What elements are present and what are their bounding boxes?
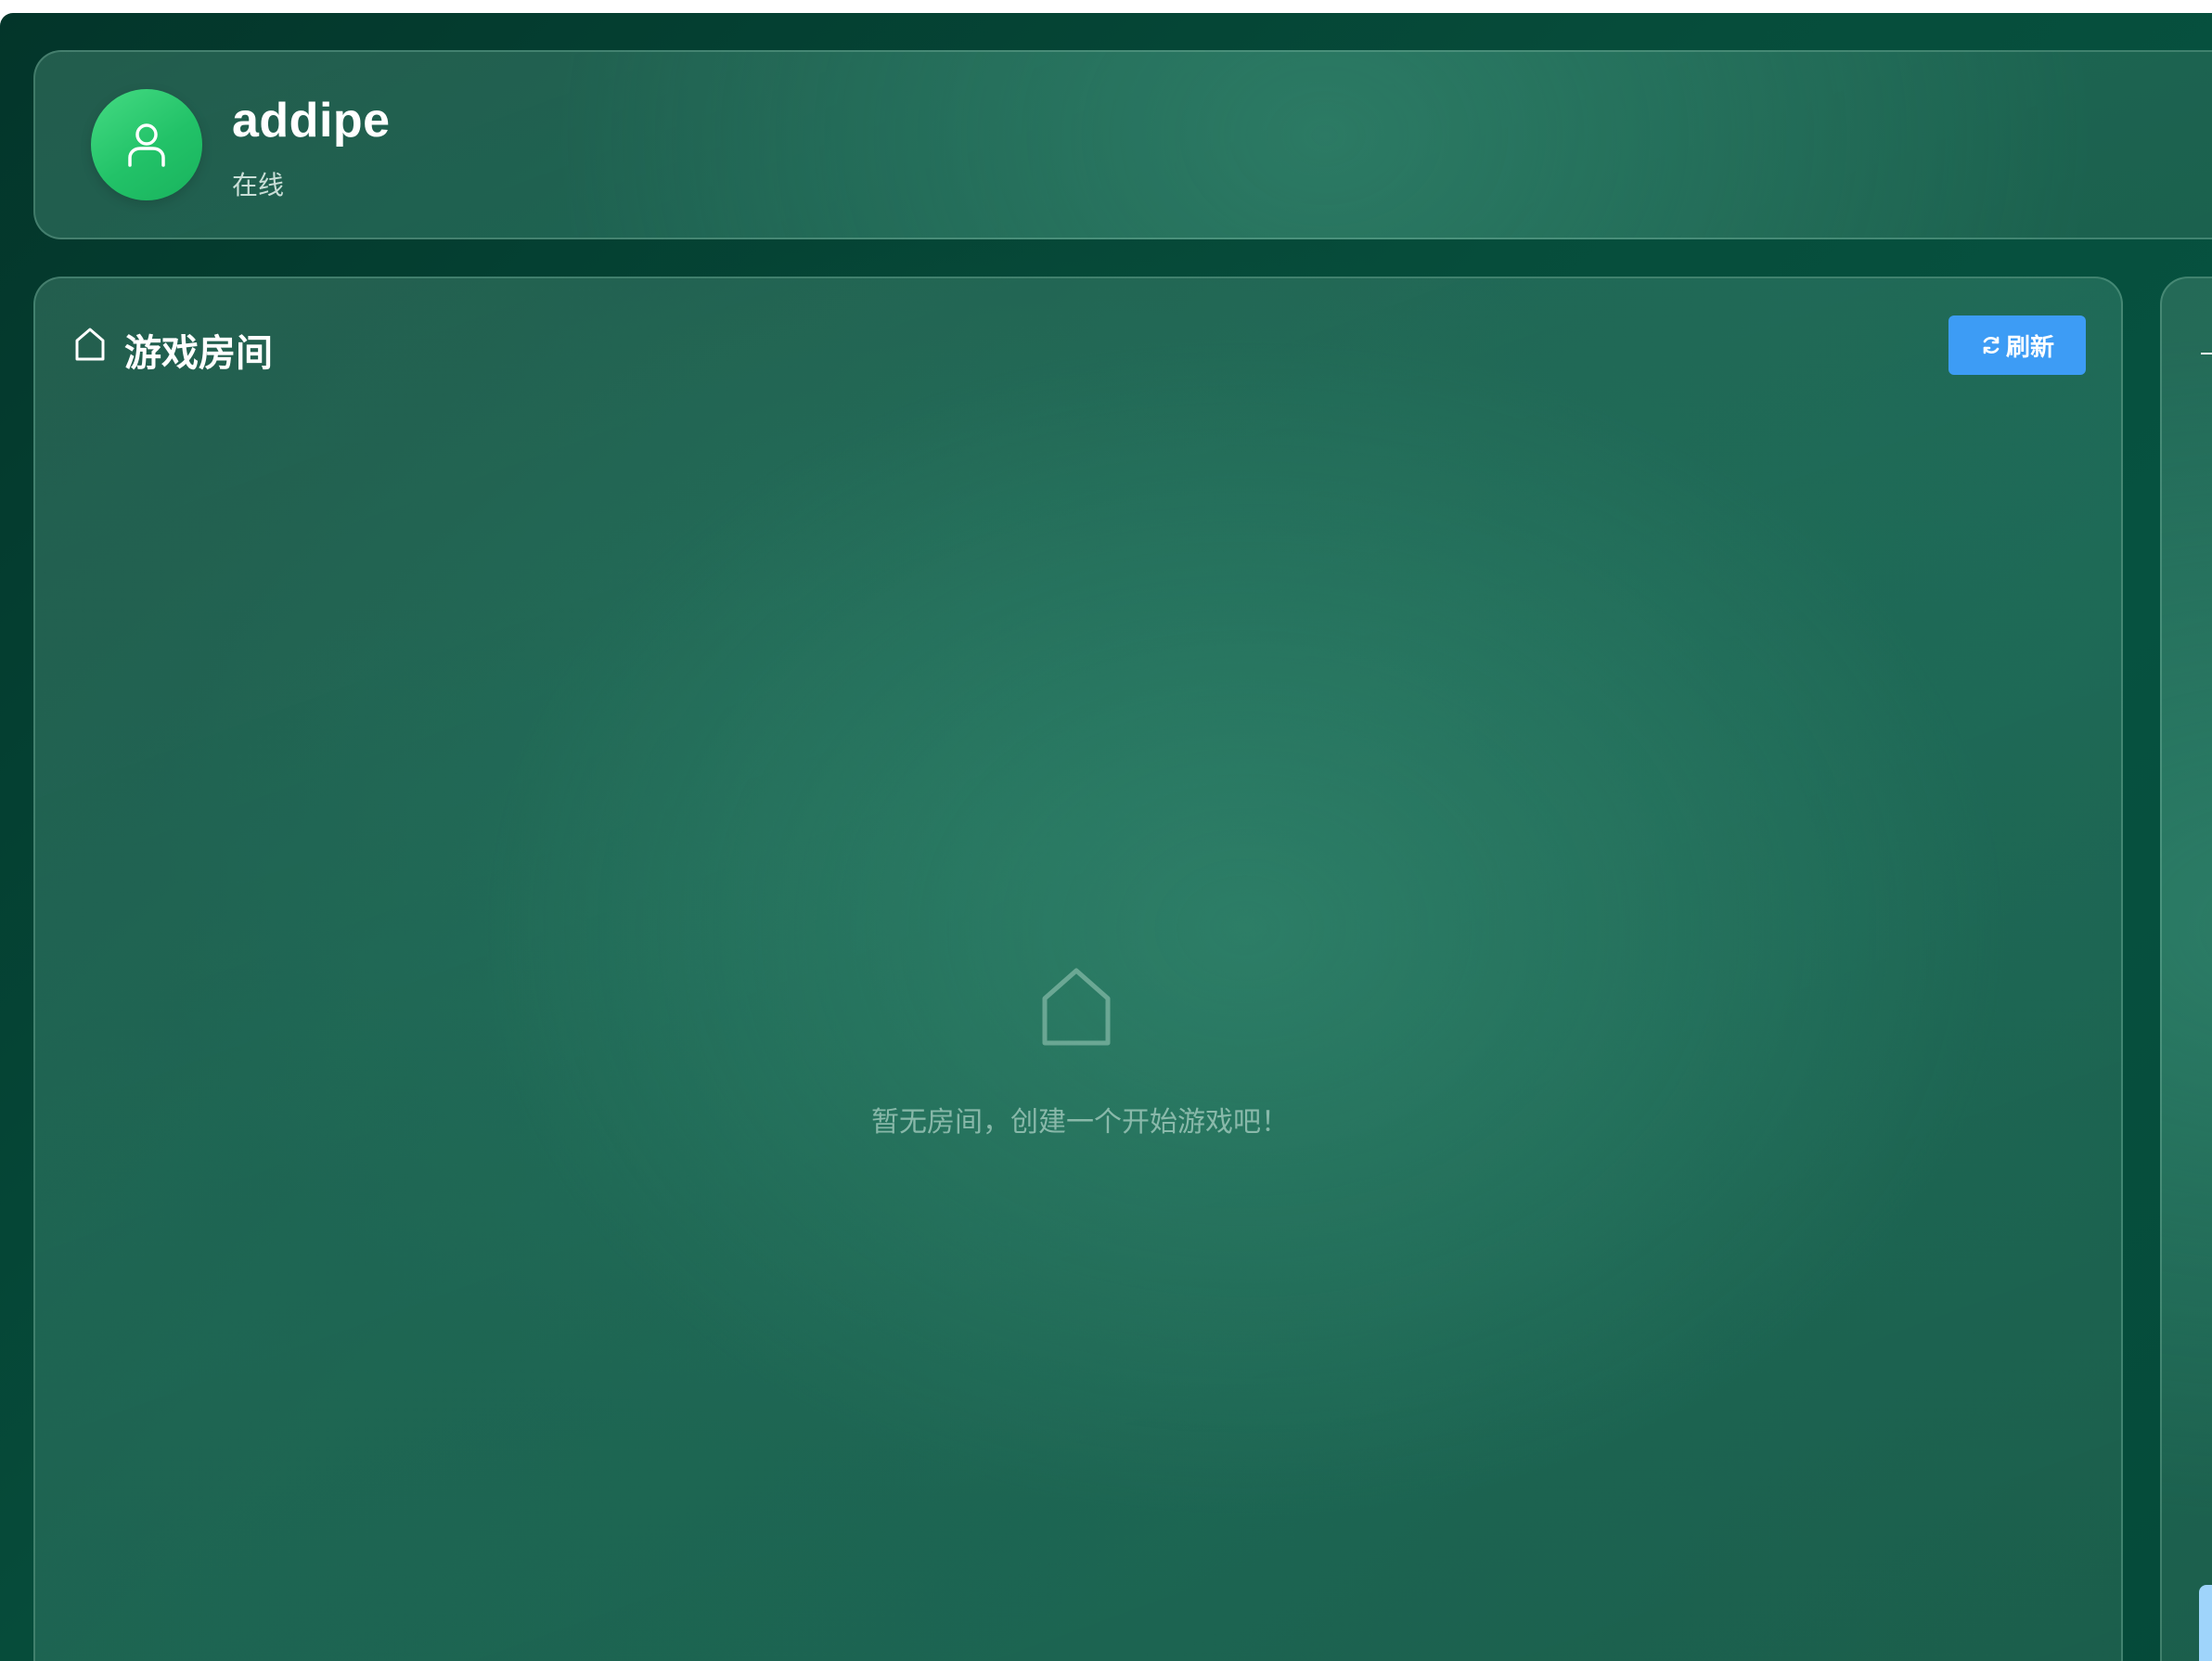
avatar [91,89,202,200]
rooms-title: 游戏房间 [124,332,273,375]
user-icon [128,123,165,167]
empty-message: 暂无房间，创建一个开始游戏吧！ [871,1106,1289,1139]
user-header: addipe 在线 [33,50,2212,239]
user-status: 在线 [232,170,285,200]
empty-home-icon [1042,968,1111,1046]
side-panel-button[interactable] [2199,1585,2212,1661]
refresh-button[interactable]: 刷新 [1948,315,2086,375]
username: addipe [232,94,391,148]
rooms-panel: 游戏房间 刷新 暂无房间，创建一个开始游戏吧！ [33,277,2123,1661]
refresh-icon [1983,336,2000,354]
refresh-label: 刷新 [2005,333,2054,362]
side-panel-title-icon [2201,353,2212,354]
side-panel [2160,277,2212,1661]
home-icon [75,328,105,361]
app-window: addipe 在线 游戏房间 刷新 暂无房间，创建一个开始游戏吧！ [0,13,2212,1661]
